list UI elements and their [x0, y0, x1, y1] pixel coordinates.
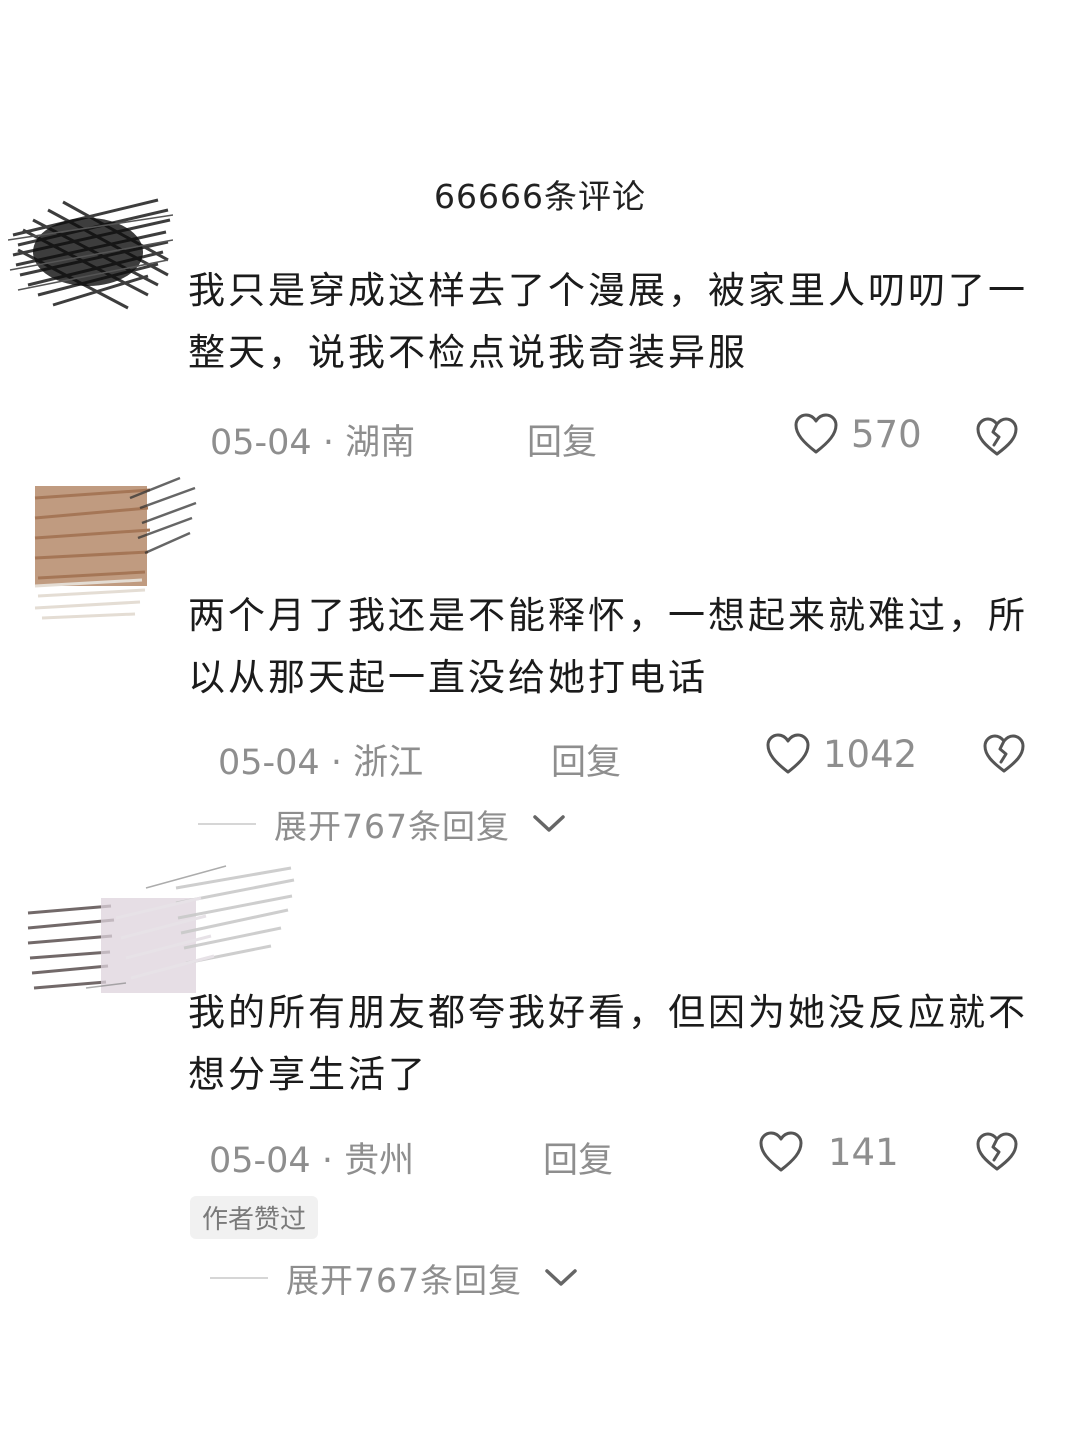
heart-icon: [794, 413, 838, 454]
like-button[interactable]: 570: [793, 412, 922, 456]
comment-text: 我只是穿成这样去了个漫展，被家里人叨叨了一整天，说我不检点说我奇装异服: [188, 269, 1028, 374]
reply-button[interactable]: 回复: [551, 734, 621, 785]
chevron-down-icon: [533, 815, 565, 832]
comment-meta: 05-04 · 浙江: [218, 734, 423, 785]
heart-icon: [766, 733, 810, 774]
like-count: 570: [851, 412, 922, 456]
comment-date: 05-04: [209, 1141, 311, 1181]
comment-meta: 05-04 · 贵州: [209, 1132, 414, 1183]
expand-divider-line: [198, 823, 256, 825]
dislike-button[interactable]: [975, 416, 1019, 462]
expand-divider-line: [210, 1277, 268, 1279]
broken-heart-icon: [983, 734, 1025, 773]
like-count: 1042: [823, 732, 918, 776]
avatar[interactable]: [30, 468, 198, 624]
like-button[interactable]: 141: [758, 1130, 899, 1174]
expand-replies-label: 展开767条回复: [274, 807, 510, 846]
meta-separator: ·: [311, 423, 346, 463]
avatar[interactable]: [8, 180, 173, 315]
comment-date: 05-04: [218, 743, 320, 783]
comment-text: 两个月了我还是不能释怀，一想起来就难过，所以从那天起一直没给她打电话: [188, 594, 1028, 699]
dislike-button[interactable]: [982, 733, 1026, 779]
like-count: 141: [828, 1130, 899, 1174]
dislike-button[interactable]: [975, 1131, 1019, 1177]
expand-replies-button[interactable]: 展开767条回复: [210, 1254, 578, 1302]
expand-replies-button[interactable]: 展开767条回复: [198, 800, 566, 848]
reply-button[interactable]: 回复: [527, 414, 597, 465]
broken-heart-icon: [976, 1132, 1018, 1171]
comment-date: 05-04: [210, 423, 312, 463]
comment-meta: 05-04 · 湖南: [210, 414, 415, 465]
expand-replies-label: 展开767条回复: [286, 1261, 522, 1300]
comment-text: 我的所有朋友都夸我好看，但因为她没反应就不想分享生活了: [188, 991, 1028, 1096]
chevron-down-icon: [545, 1269, 577, 1286]
meta-separator: ·: [310, 1141, 345, 1181]
meta-separator: ·: [319, 743, 354, 783]
comment-location: 贵州: [344, 1141, 415, 1181]
avatar[interactable]: [26, 858, 296, 998]
heart-icon: [759, 1131, 803, 1172]
like-button[interactable]: 1042: [765, 732, 917, 776]
comment-location: 湖南: [345, 423, 416, 463]
reply-button[interactable]: 回复: [543, 1132, 613, 1183]
comment-location: 浙江: [353, 743, 424, 783]
broken-heart-icon: [976, 417, 1018, 456]
author-liked-badge: 作者赞过: [190, 1196, 319, 1239]
